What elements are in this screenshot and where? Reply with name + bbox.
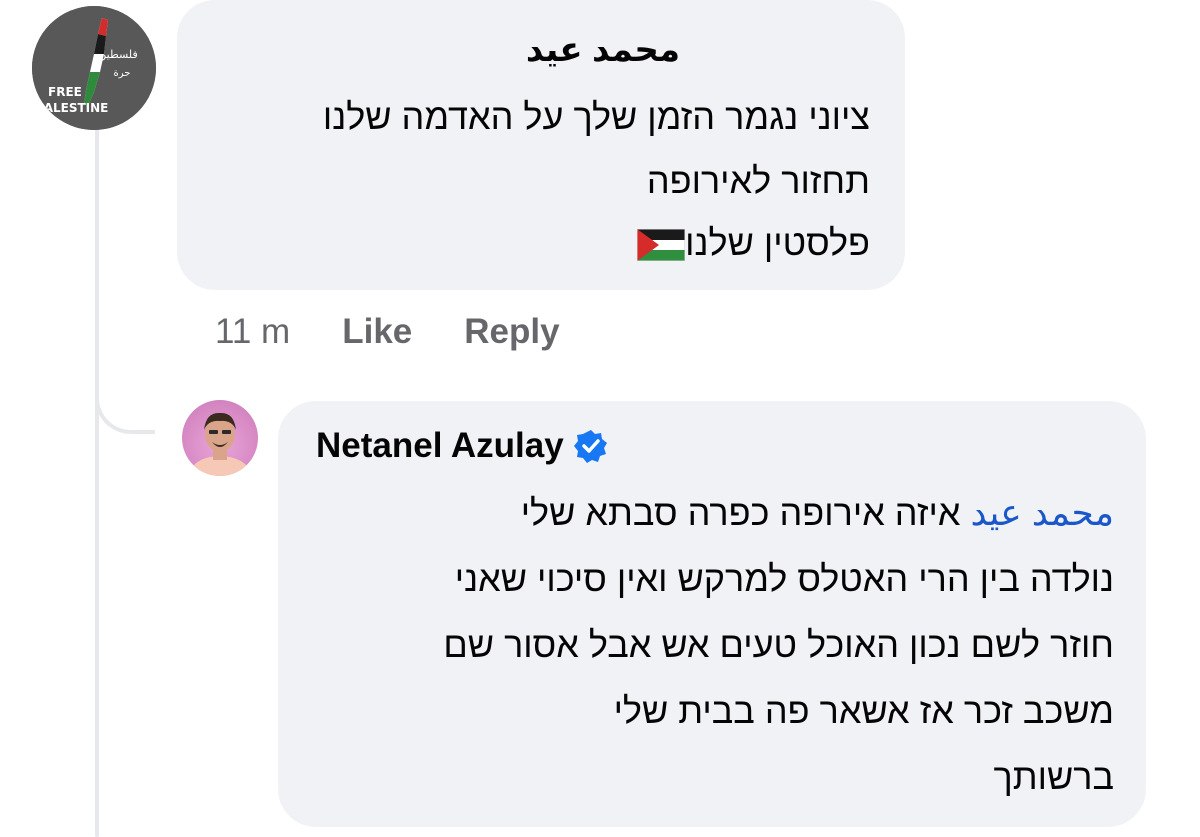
comment-timestamp[interactable]: 11 m: [215, 312, 290, 352]
thread-line: [95, 128, 99, 837]
avatar[interactable]: فلسطين حرة FREE PALESTINE: [32, 6, 156, 130]
avatar-palestine-text: PALESTINE: [36, 101, 108, 115]
reply-button[interactable]: Reply: [464, 312, 559, 352]
comment-author[interactable]: محمد عيد: [526, 30, 680, 70]
like-button[interactable]: Like: [342, 312, 412, 352]
avatar-free-text: FREE: [48, 85, 82, 99]
reply-text-line: חוזר לשם נכון האוכל טעים אש אבל אסור שם: [443, 624, 1114, 665]
comment-thread: فلسطين حرة FREE PALESTINE محمد عيد ציוני…: [0, 0, 1200, 837]
reply-text-line: נולדה בין הרי האטלס למרקש ואין סיכוי שאנ…: [454, 558, 1114, 599]
avatar-arabic-top: فلسطين: [98, 48, 137, 61]
comment-text-line: פלסטין שלנו: [685, 222, 870, 263]
user-photo-icon: [190, 412, 250, 476]
verified-badge-icon: [573, 430, 607, 463]
mention-link[interactable]: محمد عيد: [971, 492, 1114, 533]
comment-text-line-with-flag: פלסטין שלנו: [625, 222, 870, 264]
comment-actions: 11 m Like Reply: [215, 312, 560, 352]
reply-connector: [95, 360, 155, 434]
free-palestine-avatar-icon: فلسطين حرة FREE PALESTINE: [32, 6, 156, 130]
reply-text-line: ברשותך: [993, 756, 1115, 797]
reply-text-line: محمد عيد איזה אירופה כפרה סבתא שלי: [521, 492, 1114, 534]
reply-text: איזה אירופה כפרה סבתא שלי: [520, 492, 961, 533]
avatar[interactable]: [182, 400, 258, 476]
reply-text-line: משכב זכר אז אשאר פה בבית שלי: [613, 690, 1114, 731]
palestine-flag-icon: [637, 229, 686, 262]
reply-author[interactable]: Netanel Azulay: [316, 426, 608, 466]
avatar-arabic-bottom: حرة: [114, 68, 131, 79]
reply-author-name[interactable]: Netanel Azulay: [316, 426, 564, 466]
comment-text-line: ציוני נגמר הזמן שלך על האדמה שלנו: [322, 96, 870, 137]
comment-text-line: תחזור לאירופה: [646, 160, 870, 201]
